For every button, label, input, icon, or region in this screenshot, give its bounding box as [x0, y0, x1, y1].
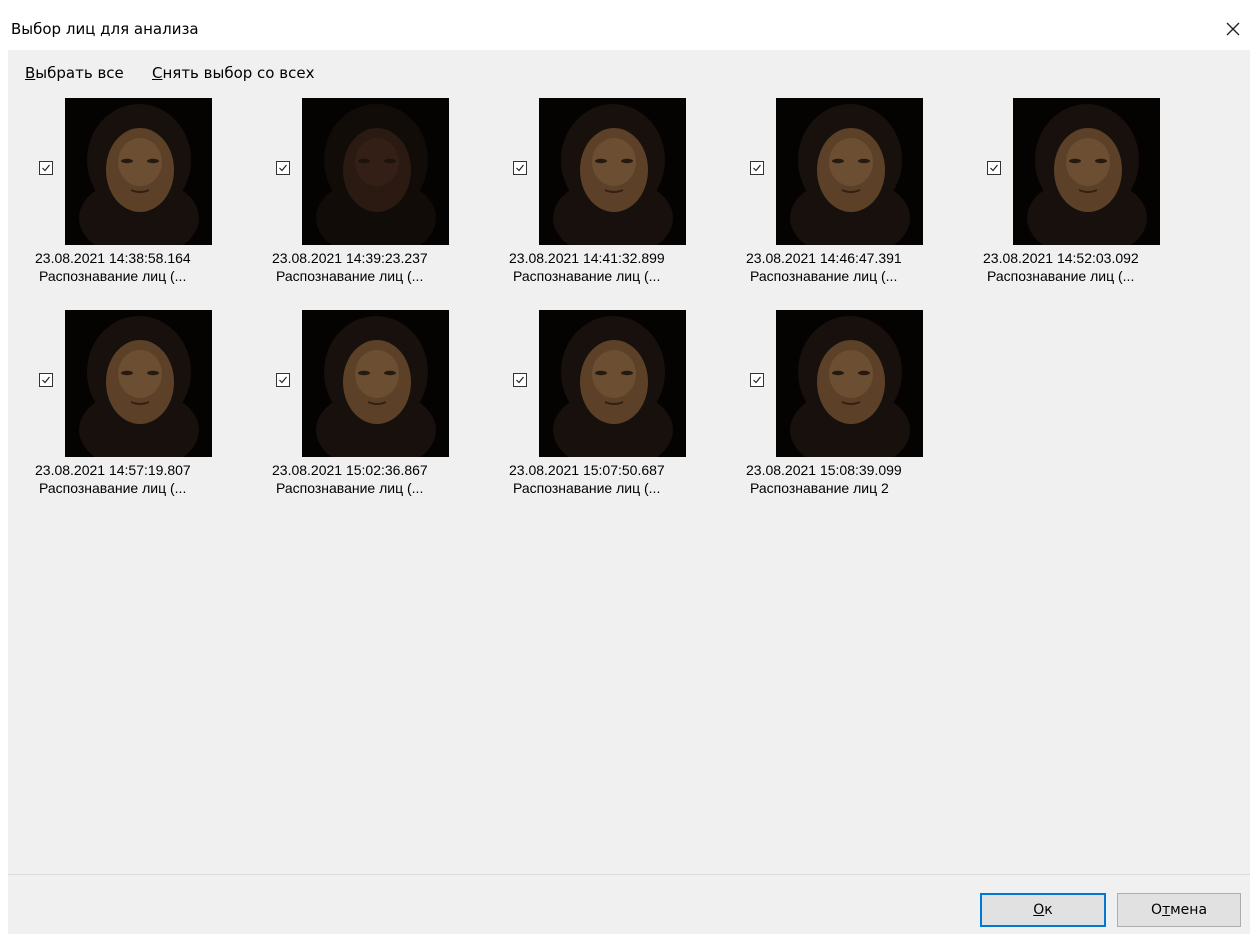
face-thumbnail[interactable] — [302, 310, 449, 457]
face-caption: Распознавание лиц (... — [987, 268, 1135, 284]
face-checkbox[interactable] — [39, 161, 53, 175]
select-all-mnemonic: В — [25, 64, 36, 82]
checkmark-icon — [753, 164, 761, 172]
ok-mnemonic: О — [1033, 902, 1045, 918]
dialog-footer: Ок От мена — [8, 874, 1250, 934]
face-thumbnail[interactable] — [1013, 98, 1160, 245]
deselect-all-mnemonic: С — [152, 64, 163, 82]
face-checkbox[interactable] — [276, 161, 290, 175]
face-tile[interactable]: 23.08.2021 14:38:58.164 Распознавание лиц… — [8, 94, 244, 304]
face-checkbox[interactable] — [750, 161, 764, 175]
checkmark-icon — [753, 376, 761, 384]
ok-label: к — [1044, 902, 1053, 918]
face-caption: Распознавание лиц 2 — [750, 480, 889, 496]
face-timestamp: 23.08.2021 15:08:39.099 — [746, 462, 902, 478]
face-checkbox[interactable] — [513, 161, 527, 175]
dialog-title: Выбор лиц для анализа — [11, 20, 199, 38]
close-button[interactable] — [1216, 12, 1250, 46]
face-grid: 23.08.2021 14:38:58.164 Распознавание лиц… — [8, 94, 1250, 874]
cancel-mnemonic: т — [1161, 902, 1171, 918]
face-tile[interactable]: 23.08.2021 14:39:23.237 Распознавание лиц… — [245, 94, 481, 304]
close-icon — [1226, 22, 1240, 36]
face-thumbnail[interactable] — [776, 98, 923, 245]
face-thumbnail[interactable] — [776, 310, 923, 457]
checkmark-icon — [42, 376, 50, 384]
checkmark-icon — [279, 164, 287, 172]
deselect-all-button[interactable]: Снять выбор со всех — [152, 64, 314, 82]
checkmark-icon — [990, 164, 998, 172]
face-caption: Распознавание лиц (... — [39, 480, 187, 496]
title-bar: Выбор лиц для анализа — [8, 0, 1250, 50]
toolbar: Выбрать все Снять выбор со всех — [8, 50, 1250, 94]
face-tile[interactable]: 23.08.2021 15:08:39.099 Распознавание лиц… — [719, 306, 955, 516]
face-timestamp: 23.08.2021 14:57:19.807 — [35, 462, 191, 478]
face-tile[interactable]: 23.08.2021 14:41:32.899 Распознавание лиц… — [482, 94, 718, 304]
face-timestamp: 23.08.2021 14:41:32.899 — [509, 250, 665, 266]
checkmark-icon — [516, 164, 524, 172]
face-thumbnail[interactable] — [65, 310, 212, 457]
checkmark-icon — [42, 164, 50, 172]
face-timestamp: 23.08.2021 14:39:23.237 — [272, 250, 428, 266]
cancel-label-start: О — [1150, 902, 1162, 918]
checkmark-icon — [279, 376, 287, 384]
face-timestamp: 23.08.2021 14:52:03.092 — [983, 250, 1139, 266]
cancel-label-end: мена — [1170, 902, 1208, 918]
face-thumbnail[interactable] — [539, 310, 686, 457]
face-timestamp: 23.08.2021 15:07:50.687 — [509, 462, 665, 478]
deselect-all-label: нять выбор со всех — [162, 64, 315, 82]
face-tile[interactable]: 23.08.2021 14:52:03.092 Распознавание лиц… — [956, 94, 1192, 304]
face-tile[interactable]: 23.08.2021 14:46:47.391 Распознавание лиц… — [719, 94, 955, 304]
face-timestamp: 23.08.2021 15:02:36.867 — [272, 462, 428, 478]
face-caption: Распознавание лиц (... — [513, 480, 661, 496]
face-timestamp: 23.08.2021 14:38:58.164 — [35, 250, 191, 266]
checkmark-icon — [516, 376, 524, 384]
face-thumbnail[interactable] — [302, 98, 449, 245]
select-all-button[interactable]: Выбрать все — [25, 64, 124, 82]
face-tile[interactable]: 23.08.2021 15:07:50.687 Распознавание лиц… — [482, 306, 718, 516]
face-checkbox[interactable] — [276, 373, 290, 387]
face-checkbox[interactable] — [39, 373, 53, 387]
face-caption: Распознавание лиц (... — [750, 268, 898, 284]
face-checkbox[interactable] — [513, 373, 527, 387]
face-tile[interactable]: 23.08.2021 15:02:36.867 Распознавание лиц… — [245, 306, 481, 516]
cancel-button[interactable]: От мена — [1117, 893, 1241, 927]
face-caption: Распознавание лиц (... — [276, 268, 424, 284]
face-caption: Распознавание лиц (... — [276, 480, 424, 496]
face-thumbnail[interactable] — [65, 98, 212, 245]
ok-button[interactable]: Ок — [980, 893, 1106, 927]
face-tile[interactable]: 23.08.2021 14:57:19.807 Распознавание лиц… — [8, 306, 244, 516]
face-timestamp: 23.08.2021 14:46:47.391 — [746, 250, 902, 266]
face-thumbnail[interactable] — [539, 98, 686, 245]
select-all-label: ыбрать все — [35, 64, 124, 82]
face-caption: Распознавание лиц (... — [39, 268, 187, 284]
face-checkbox[interactable] — [987, 161, 1001, 175]
face-caption: Распознавание лиц (... — [513, 268, 661, 284]
face-selection-dialog: Выбор лиц для анализа Выбрать все Снять … — [0, 0, 1250, 934]
face-checkbox[interactable] — [750, 373, 764, 387]
